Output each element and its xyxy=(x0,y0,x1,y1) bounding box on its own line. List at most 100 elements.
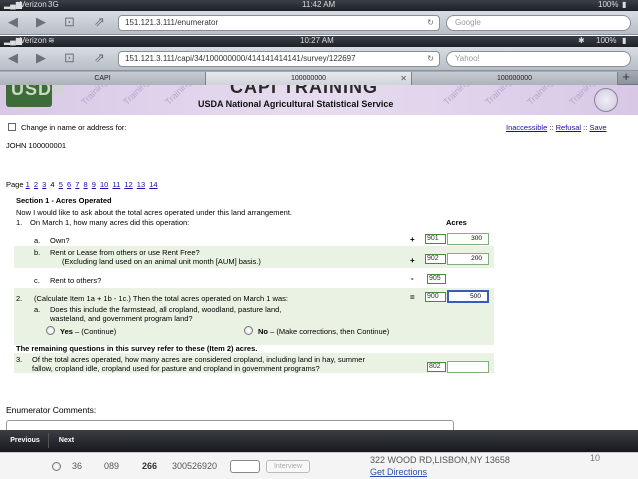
q1-text: On March 1, how many acres did this oper… xyxy=(30,218,190,227)
page-number: 10 xyxy=(590,453,601,463)
battery-label: 100% xyxy=(596,36,617,45)
watermark-text: Training xyxy=(79,85,110,107)
item-code: 902 xyxy=(425,254,446,264)
item-letter: b. xyxy=(34,248,41,257)
cropland-acres-input[interactable] xyxy=(447,361,489,373)
page-link[interactable]: 3 xyxy=(42,180,46,189)
page-link[interactable]: 7 xyxy=(75,180,79,189)
close-icon[interactable]: ✕ xyxy=(400,72,407,85)
save-link[interactable]: Save xyxy=(589,123,606,132)
battery-icon: ▮ xyxy=(622,36,627,45)
bottom-nav-bar: Previous Next xyxy=(0,430,638,452)
yes-label: Yes xyxy=(60,327,73,336)
record-col4: 300526920 xyxy=(172,461,218,471)
forward-icon[interactable]: ▶ xyxy=(36,51,46,65)
page-link[interactable]: 9 xyxy=(92,180,96,189)
tab-label: CAPI xyxy=(94,75,111,82)
q2a-letter: a. xyxy=(34,305,41,314)
next-button[interactable]: Next xyxy=(48,433,84,448)
reload-icon[interactable]: ↻ xyxy=(427,16,434,30)
bookmarks-icon[interactable]: ⊡ xyxy=(64,15,75,29)
link-separator: :: xyxy=(549,123,554,132)
q3-text2: fallow, cropland idle, cropland used for… xyxy=(32,364,320,373)
record-field[interactable] xyxy=(230,460,260,473)
carrier-label: Verizon xyxy=(20,36,47,45)
no-option: No – (Make corrections, then Continue) xyxy=(258,327,389,336)
page-link[interactable]: 13 xyxy=(137,180,145,189)
page-link[interactable]: 5 xyxy=(59,180,63,189)
q1-number: 1. xyxy=(16,218,23,227)
interview-button[interactable]: Interview xyxy=(266,460,310,473)
no-hint: – (Make corrections, then Continue) xyxy=(268,327,390,336)
fg-search-placeholder: Yahoo! xyxy=(455,54,480,63)
page-link[interactable]: 12 xyxy=(124,180,132,189)
bluetooth-icon: ✱ xyxy=(578,36,585,45)
page-link[interactable]: 10 xyxy=(100,180,108,189)
bg-url-text: 151.121.3.111/enumerator xyxy=(125,18,219,27)
tab-bar: CAPI 100000000 ✕ 100000000 + xyxy=(0,69,638,85)
status-links: Inaccessible :: Refusal :: Save xyxy=(506,123,607,132)
tab-capi[interactable]: CAPI xyxy=(0,72,206,85)
forward-icon[interactable]: ▶ xyxy=(36,15,46,29)
clock: 11:42 AM xyxy=(302,0,336,9)
page-link[interactable]: 6 xyxy=(67,180,71,189)
item-letter: c. xyxy=(34,276,40,285)
bookmarks-icon[interactable]: ⊡ xyxy=(64,51,75,65)
no-radio[interactable] xyxy=(244,326,253,335)
share-icon[interactable]: ⇗ xyxy=(94,15,105,29)
refusal-link[interactable]: Refusal xyxy=(556,123,581,132)
directions-link[interactable]: Get Directions xyxy=(370,468,427,477)
inaccessible-link[interactable]: Inaccessible xyxy=(506,123,547,132)
reload-icon[interactable]: ↻ xyxy=(427,52,434,66)
fg-status-bar: ▂▄▆ Verizon ≋ 10:27 AM ✱ 100% ▮ xyxy=(0,36,638,47)
q2a-text: Does this include the farmstead, all cro… xyxy=(50,305,282,314)
fg-url-bar[interactable]: 151.121.3.111/capi/34/100000000/41414141… xyxy=(118,51,440,67)
item-code: 900 xyxy=(425,292,446,302)
q2-text: (Calculate Item 1a + 1b - 1c.) Then the … xyxy=(34,294,288,303)
record-col2: 089 xyxy=(104,461,120,471)
tab-label: 100000000 xyxy=(290,75,327,82)
bg-search-placeholder: Google xyxy=(455,18,481,27)
section-title: Section 1 - Acres Operated xyxy=(16,196,112,205)
respondent-name: JOHN 100000001 xyxy=(6,141,67,150)
yes-option: Yes – (Continue) xyxy=(60,327,116,336)
bg-search-bar[interactable]: Google xyxy=(446,15,631,31)
share-icon[interactable]: ⇗ xyxy=(94,51,105,65)
comments-label: Enumerator Comments: xyxy=(6,405,97,415)
tab-survey[interactable]: 100000000 xyxy=(412,72,618,85)
battery-icon: ▮ xyxy=(622,0,627,9)
page-header: USDA Training Training Training Training… xyxy=(0,85,638,115)
page-link[interactable]: 11 xyxy=(112,180,120,189)
tab-survey-active[interactable]: 100000000 ✕ xyxy=(206,72,412,85)
q2-number: 2. xyxy=(16,294,23,303)
previous-button[interactable]: Previous xyxy=(4,433,46,448)
watermark-text: Training xyxy=(121,85,152,107)
item-code: 905 xyxy=(427,274,446,284)
fg-search-bar[interactable]: Yahoo! xyxy=(446,51,631,67)
plus-icon[interactable]: + xyxy=(622,69,630,84)
page-link[interactable]: 2 xyxy=(34,180,38,189)
logo-text: USDA xyxy=(11,85,67,99)
clock: 10:27 AM xyxy=(300,36,334,45)
pagination-label: Page xyxy=(6,180,24,189)
q3-number: 3. xyxy=(16,355,23,364)
page-link[interactable]: 8 xyxy=(83,180,87,189)
select-radio[interactable] xyxy=(52,462,61,471)
bg-status-bar: ▂▄▆ Verizon 3G 11:42 AM 100% ▮ xyxy=(0,0,638,11)
item-code: 901 xyxy=(425,234,446,244)
own-acres-input[interactable]: 300 xyxy=(447,233,489,245)
total-acres-input[interactable]: 500 xyxy=(447,290,489,303)
carrier-label: Verizon xyxy=(20,0,47,9)
usda-logo: USDA xyxy=(6,85,65,107)
rent-acres-input[interactable]: 200 xyxy=(447,253,489,265)
yes-radio[interactable] xyxy=(46,326,55,335)
bottom-panel: 36 089 266 300526920 Interview 322 WOOD … xyxy=(0,452,638,479)
item-text: Own? xyxy=(50,236,70,245)
change-address-checkbox[interactable] xyxy=(8,123,16,131)
page-link[interactable]: 14 xyxy=(149,180,157,189)
back-icon[interactable]: ◀ xyxy=(8,15,18,29)
back-icon[interactable]: ◀ xyxy=(8,51,18,65)
watermark-text: Training xyxy=(163,85,194,107)
bg-url-bar[interactable]: 151.121.3.111/enumerator ↻ xyxy=(118,15,440,31)
page-link[interactable]: 1 xyxy=(26,180,30,189)
